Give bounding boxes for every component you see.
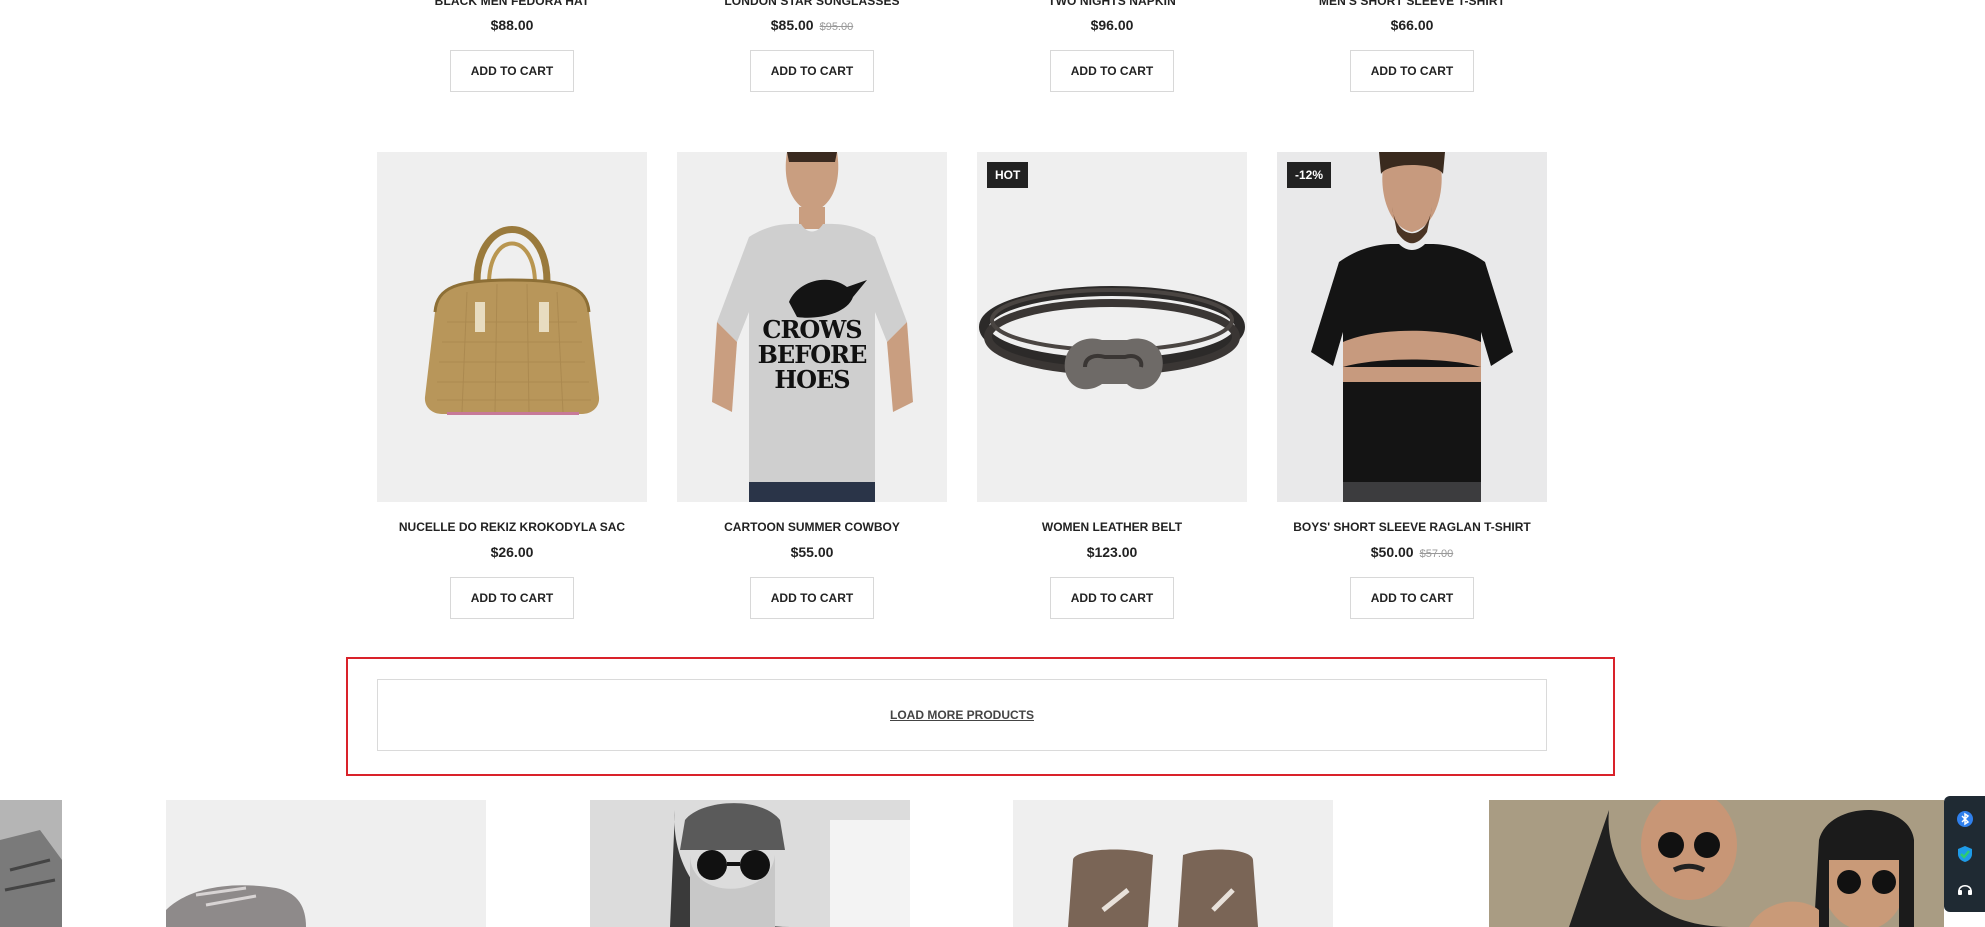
- shield-check-icon[interactable]: [1954, 843, 1976, 865]
- product-image-black-tshirt[interactable]: -12%: [1277, 152, 1547, 502]
- add-to-cart-button[interactable]: ADD TO CART: [450, 577, 574, 619]
- product-row-top: BLACK MEN FEDORA HAT $88.00 ADD TO CART …: [0, 0, 1985, 100]
- price: $26.00: [490, 544, 534, 560]
- product-price: $96.00: [977, 17, 1247, 33]
- product-name[interactable]: BLACK MEN FEDORA HAT: [377, 0, 647, 8]
- add-to-cart-button[interactable]: ADD TO CART: [1350, 50, 1474, 92]
- product-name[interactable]: LONDON STAR SUNGLASSES: [677, 0, 947, 8]
- product-price: $85.00 $95.00: [677, 17, 947, 33]
- add-to-cart-button[interactable]: ADD TO CART: [1050, 577, 1174, 619]
- product-image-handbag[interactable]: [377, 152, 647, 502]
- product-name[interactable]: CARTOON SUMMER COWBOY: [677, 520, 947, 534]
- banner-image-4[interactable]: [1013, 800, 1333, 927]
- product-price: $55.00: [677, 544, 947, 560]
- side-widget: [1944, 796, 1985, 912]
- product-card: CROWS BEFORE HOES CARTOON SUMMER COWBOY …: [677, 152, 947, 622]
- price: $123.00: [1086, 544, 1138, 560]
- product-price: $123.00: [977, 544, 1247, 560]
- add-to-cart-button[interactable]: ADD TO CART: [1050, 50, 1174, 92]
- product-image-belt[interactable]: HOT: [977, 152, 1247, 502]
- banner-image-1[interactable]: [0, 800, 62, 927]
- price: $85.00: [770, 17, 814, 33]
- add-to-cart-button[interactable]: ADD TO CART: [1350, 577, 1474, 619]
- product-price: $50.00 $57.00: [1277, 544, 1547, 560]
- product-name[interactable]: NUCELLE DO REKIZ KROKODYLA SAC: [377, 520, 647, 534]
- discount-badge: -12%: [1287, 162, 1332, 188]
- headset-icon[interactable]: [1954, 878, 1976, 900]
- old-price: $95.00: [819, 21, 854, 33]
- bluetooth-icon[interactable]: [1954, 808, 1976, 830]
- product-image-tshirt[interactable]: CROWS BEFORE HOES: [677, 152, 947, 502]
- product-name[interactable]: BOYS' SHORT SLEEVE RAGLAN T-SHIRT: [1277, 520, 1547, 534]
- load-more-container[interactable]: LOAD MORE PRODUCTS: [377, 679, 1547, 751]
- product-card: -12% BOYS' SHORT SLEEVE RAGLAN T-SHIRT $…: [1277, 152, 1547, 622]
- banner-image-5[interactable]: [1489, 800, 1944, 927]
- price: $66.00: [1390, 17, 1434, 33]
- banner-image-2[interactable]: [166, 800, 486, 927]
- banner-image-3[interactable]: [590, 800, 910, 927]
- price: $50.00: [1370, 544, 1414, 560]
- product-row: NUCELLE DO REKIZ KROKODYLA SAC $26.00 AD…: [0, 152, 1985, 632]
- shirt-print: CROWS BEFORE HOES: [757, 315, 868, 394]
- product-name[interactable]: MEN'S SHORT SLEEVE T-SHIRT: [1277, 0, 1547, 8]
- hot-badge: HOT: [987, 162, 1029, 188]
- price: $96.00: [1090, 17, 1134, 33]
- product-card: HOT WOMEN LEATHER BELT $123.00 ADD TO CA…: [977, 152, 1247, 622]
- add-to-cart-button[interactable]: ADD TO CART: [750, 50, 874, 92]
- product-card: NUCELLE DO REKIZ KROKODYLA SAC $26.00 AD…: [377, 152, 647, 622]
- add-to-cart-button[interactable]: ADD TO CART: [450, 50, 574, 92]
- price: $55.00: [790, 544, 834, 560]
- product-price: $66.00: [1277, 17, 1547, 33]
- product-price: $88.00: [377, 17, 647, 33]
- load-more-button[interactable]: LOAD MORE PRODUCTS: [890, 708, 1034, 722]
- product-price: $26.00: [377, 544, 647, 560]
- old-price: $57.00: [1419, 548, 1454, 560]
- product-name[interactable]: WOMEN LEATHER BELT: [977, 520, 1247, 534]
- add-to-cart-button[interactable]: ADD TO CART: [750, 577, 874, 619]
- price: $88.00: [490, 17, 534, 33]
- product-name[interactable]: TWO NIGHTS NAPKIN: [977, 0, 1247, 8]
